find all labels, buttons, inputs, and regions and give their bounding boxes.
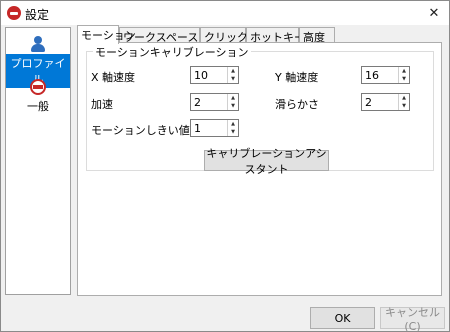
threshold-spinner[interactable]: 1 ▲ ▼ xyxy=(190,119,239,137)
group-title: モーションキャリブレーション xyxy=(93,44,251,60)
cancel-button[interactable]: キャンセル(C) xyxy=(380,306,445,332)
sidebar: プロファイル 一般 xyxy=(5,27,71,295)
general-icon xyxy=(30,79,46,95)
spin-down-icon[interactable]: ▼ xyxy=(228,128,238,136)
spin-down-icon[interactable]: ▼ xyxy=(228,102,238,110)
x-speed-spinner[interactable]: 10 ▲ ▼ xyxy=(190,66,239,84)
spin-up-icon[interactable]: ▲ xyxy=(399,67,409,75)
sidebar-item-general[interactable]: 一般 xyxy=(6,79,70,115)
x-speed-value: 10 xyxy=(194,69,208,82)
smoothness-spinner[interactable]: 2 ▲ ▼ xyxy=(361,93,410,111)
spin-up-icon[interactable]: ▲ xyxy=(228,94,238,102)
tab-advanced[interactable]: 高度 xyxy=(299,27,335,44)
threshold-value: 1 xyxy=(194,122,201,135)
y-speed-label: Y 軸速度 xyxy=(275,71,319,84)
threshold-label: モーションしきい値 xyxy=(91,124,190,137)
y-speed-value: 16 xyxy=(365,69,379,82)
tab-click[interactable]: クリック xyxy=(200,27,248,44)
acceleration-spinner[interactable]: 2 ▲ ▼ xyxy=(190,93,239,111)
sidebar-item-label: 一般 xyxy=(27,100,49,113)
calibration-assistant-button[interactable]: キャリブレーションアシスタント xyxy=(204,147,329,176)
tab-hotkey[interactable]: ホットキー xyxy=(246,27,305,44)
ok-button[interactable]: OK xyxy=(310,307,375,329)
acceleration-value: 2 xyxy=(194,96,201,109)
spin-down-icon[interactable]: ▼ xyxy=(399,75,409,83)
smoothness-label: 滑らかさ xyxy=(275,98,319,111)
spin-up-icon[interactable]: ▲ xyxy=(228,67,238,75)
tab-motion[interactable]: モーション xyxy=(77,25,136,44)
motion-panel: モーションキャリブレーション X 軸速度 10 ▲ ▼ Y 軸速度 16 ▲ ▼ 加… xyxy=(77,42,442,296)
spin-down-icon[interactable]: ▼ xyxy=(399,102,409,110)
x-speed-label: X 軸速度 xyxy=(91,71,136,84)
spin-down-icon[interactable]: ▼ xyxy=(228,75,238,83)
motion-calibration-group: モーションキャリブレーション X 軸速度 10 ▲ ▼ Y 軸速度 16 ▲ ▼ 加… xyxy=(86,44,434,176)
close-button[interactable]: ✕ xyxy=(419,1,449,25)
smoothness-value: 2 xyxy=(365,96,372,109)
profile-icon xyxy=(30,36,46,52)
title-bar: 設定 ✕ xyxy=(1,1,449,25)
spin-up-icon[interactable]: ▲ xyxy=(228,120,238,128)
spin-up-icon[interactable]: ▲ xyxy=(399,94,409,102)
window-title: 設定 xyxy=(25,8,50,22)
app-icon xyxy=(7,6,21,20)
acceleration-label: 加速 xyxy=(91,98,113,111)
settings-window: 設定 ✕ プロファイル 一般 モーション ワークスペース クリック ホットキー … xyxy=(0,0,450,332)
y-speed-spinner[interactable]: 16 ▲ ▼ xyxy=(361,66,410,84)
